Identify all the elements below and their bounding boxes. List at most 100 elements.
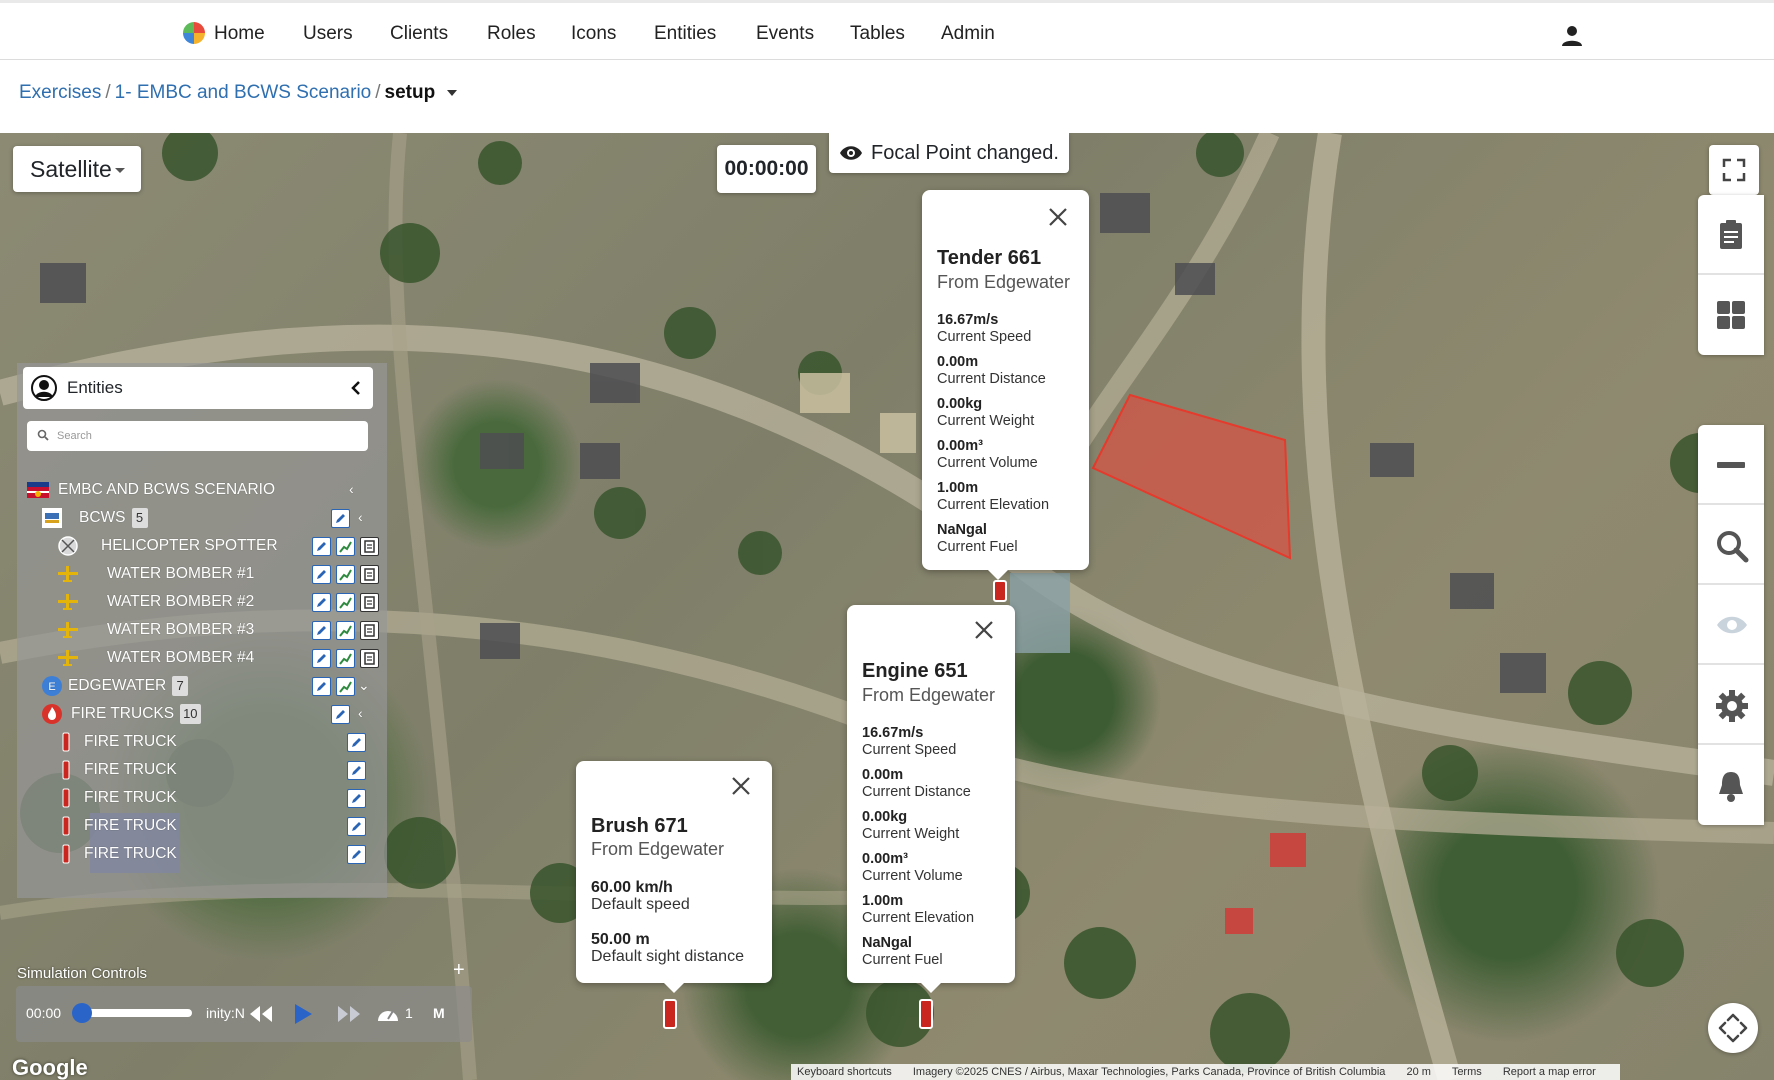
entity-fire-truck[interactable]: FIRE TRUCK bbox=[55, 728, 372, 756]
map-scale[interactable]: 20 m bbox=[1406, 1066, 1430, 1078]
speedometer-icon[interactable] bbox=[376, 1003, 400, 1025]
engine-marker[interactable] bbox=[919, 999, 933, 1029]
nav-users[interactable]: Users bbox=[303, 23, 353, 45]
details-button[interactable] bbox=[360, 565, 379, 584]
document-icon bbox=[364, 568, 375, 581]
brush-marker[interactable] bbox=[663, 999, 677, 1029]
fullscreen-button[interactable] bbox=[1709, 145, 1759, 195]
details-button[interactable] bbox=[360, 593, 379, 612]
entity-search-input[interactable]: Search bbox=[27, 421, 368, 451]
edit-button[interactable] bbox=[312, 537, 331, 556]
edit-button[interactable] bbox=[312, 565, 331, 584]
entity-water-bomber-2[interactable]: WATER BOMBER #2 bbox=[57, 588, 379, 616]
edit-button[interactable] bbox=[347, 789, 366, 808]
app-logo-icon[interactable] bbox=[183, 22, 205, 44]
edit-button[interactable] bbox=[347, 845, 366, 864]
entity-fire-truck[interactable]: FIRE TRUCK bbox=[55, 840, 372, 868]
fast-forward-icon[interactable] bbox=[336, 1004, 362, 1024]
route-button[interactable] bbox=[336, 593, 355, 612]
details-button[interactable] bbox=[360, 649, 379, 668]
document-icon bbox=[364, 624, 375, 637]
route-button[interactable] bbox=[336, 565, 355, 584]
nav-events[interactable]: Events bbox=[756, 23, 814, 45]
move-arrows-icon bbox=[1718, 1013, 1748, 1043]
chevron-down-icon[interactable] bbox=[447, 89, 458, 96]
edit-button[interactable] bbox=[312, 649, 331, 668]
pencil-icon bbox=[317, 682, 326, 691]
entity-scenario[interactable]: EMBC AND BCWS SCENARIO ‹ bbox=[27, 476, 372, 504]
zoom-out-button[interactable] bbox=[1698, 425, 1764, 505]
incident-zone-polygon[interactable] bbox=[1091, 393, 1292, 560]
sim-mode[interactable]: M bbox=[433, 1005, 445, 1021]
close-icon[interactable] bbox=[730, 775, 752, 797]
sim-speed[interactable]: 1 bbox=[405, 1005, 413, 1021]
stat-label: Current Elevation bbox=[862, 910, 975, 926]
plus-icon[interactable]: + bbox=[453, 959, 465, 982]
edit-button[interactable] bbox=[331, 705, 350, 724]
edit-button[interactable] bbox=[331, 509, 350, 528]
layout-grid-button[interactable] bbox=[1698, 275, 1764, 355]
sim-timeline-handle[interactable] bbox=[72, 1003, 92, 1023]
entity-group-bcws[interactable]: BCWS 5 ‹ bbox=[41, 504, 372, 532]
clipboard-button[interactable] bbox=[1698, 195, 1764, 275]
nav-entities[interactable]: Entities bbox=[654, 23, 716, 45]
route-button[interactable] bbox=[336, 621, 355, 640]
play-icon[interactable] bbox=[292, 1003, 314, 1025]
details-button[interactable] bbox=[360, 621, 379, 640]
edit-button[interactable] bbox=[312, 621, 331, 640]
edit-button[interactable] bbox=[312, 677, 331, 696]
entity-fire-truck[interactable]: FIRE TRUCK bbox=[55, 756, 372, 784]
chevron-left-icon[interactable]: ‹ bbox=[358, 509, 368, 525]
entity-group-fire-trucks[interactable]: FIRE TRUCKS 10 ‹ bbox=[41, 700, 372, 728]
route-icon bbox=[339, 625, 352, 637]
entity-water-bomber-1[interactable]: WATER BOMBER #1 bbox=[57, 560, 379, 588]
nav-roles[interactable]: Roles bbox=[487, 23, 536, 45]
route-icon bbox=[339, 597, 352, 609]
chevron-left-icon[interactable]: ‹ bbox=[349, 481, 359, 497]
nav-clients[interactable]: Clients bbox=[390, 23, 448, 45]
rewind-icon[interactable] bbox=[248, 1004, 274, 1024]
close-icon[interactable] bbox=[1047, 206, 1069, 228]
notifications-button[interactable] bbox=[1698, 745, 1764, 825]
entity-group-edgewater[interactable]: E EDGEWATER 7 ⌄ bbox=[41, 672, 372, 700]
recenter-button[interactable] bbox=[1708, 1003, 1758, 1053]
entity-fire-truck[interactable]: FIRE TRUCK bbox=[55, 812, 372, 840]
edit-button[interactable] bbox=[347, 817, 366, 836]
entity-fire-truck[interactable]: FIRE TRUCK bbox=[55, 784, 372, 812]
chevron-left-icon[interactable]: ‹ bbox=[358, 705, 368, 721]
stat-label: Current Elevation bbox=[937, 497, 1050, 513]
sim-timeline-slider[interactable] bbox=[78, 1009, 192, 1017]
route-button[interactable] bbox=[336, 649, 355, 668]
count-badge: 7 bbox=[172, 676, 189, 696]
user-account-icon[interactable] bbox=[1561, 25, 1583, 47]
search-map-button[interactable] bbox=[1698, 505, 1764, 585]
visibility-button[interactable] bbox=[1698, 585, 1764, 665]
breadcrumb-scenario[interactable]: 1- EMBC and BCWS Scenario bbox=[115, 82, 372, 103]
breadcrumb-exercises[interactable]: Exercises bbox=[19, 82, 101, 103]
map-type-dropdown[interactable]: Satellite bbox=[13, 146, 141, 192]
collapse-panel-icon[interactable] bbox=[351, 381, 361, 395]
chevron-down-icon[interactable]: ⌄ bbox=[358, 677, 370, 693]
nav-admin[interactable]: Admin bbox=[941, 23, 995, 45]
terms-link[interactable]: Terms bbox=[1452, 1066, 1482, 1078]
close-icon[interactable] bbox=[973, 619, 995, 641]
edit-button[interactable] bbox=[347, 761, 366, 780]
sim-timezone: inity:N bbox=[206, 1005, 245, 1021]
details-button[interactable] bbox=[360, 537, 379, 556]
edit-button[interactable] bbox=[312, 593, 331, 612]
airplane-icon bbox=[58, 594, 78, 610]
entity-water-bomber-4[interactable]: WATER BOMBER #4 bbox=[57, 644, 379, 672]
map-view[interactable]: Satellite 00:00:00 Focal Point changed. bbox=[0, 133, 1774, 1080]
entity-water-bomber-3[interactable]: WATER BOMBER #3 bbox=[57, 616, 379, 644]
nav-tables[interactable]: Tables bbox=[850, 23, 905, 45]
route-button[interactable] bbox=[336, 677, 355, 696]
settings-button[interactable] bbox=[1698, 665, 1764, 745]
nav-home[interactable]: Home bbox=[214, 23, 265, 45]
report-error-link[interactable]: Report a map error bbox=[1503, 1066, 1596, 1078]
entity-helicopter-spotter[interactable]: HELICOPTER SPOTTER bbox=[57, 532, 379, 560]
keyboard-shortcuts-link[interactable]: Keyboard shortcuts bbox=[797, 1066, 892, 1078]
edit-button[interactable] bbox=[347, 733, 366, 752]
nav-icons[interactable]: Icons bbox=[571, 23, 616, 45]
route-button[interactable] bbox=[336, 537, 355, 556]
tender-marker[interactable] bbox=[993, 580, 1007, 602]
